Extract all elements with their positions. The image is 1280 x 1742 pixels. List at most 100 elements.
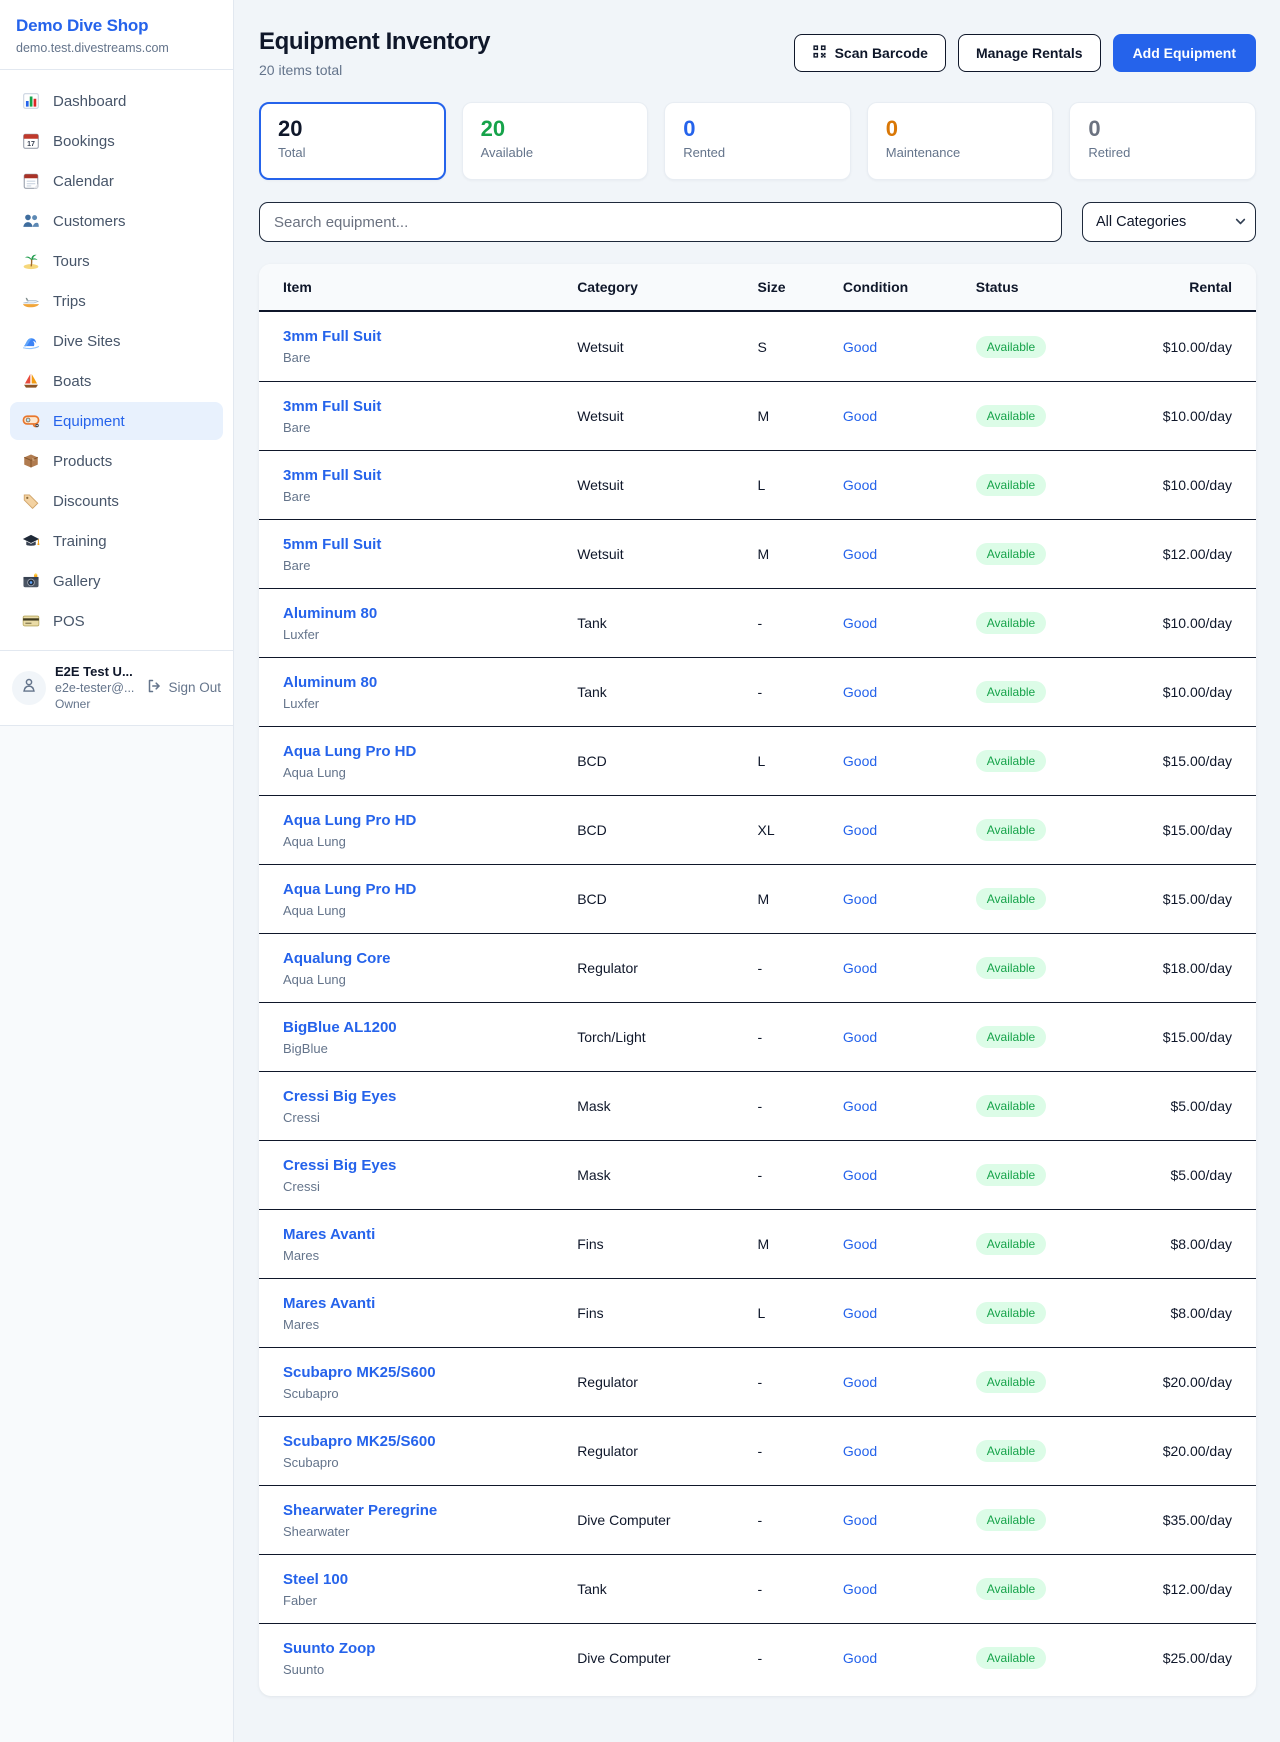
table-row[interactable]: Aqua Lung Pro HD Aqua Lung BCD XL Good A… [259,795,1256,864]
item-name-link[interactable]: 5mm Full Suit [283,536,381,553]
condition-link[interactable]: Good [843,1443,877,1459]
table-row[interactable]: 3mm Full Suit Bare Wetsuit S Good Availa… [259,312,1256,381]
condition-link[interactable]: Good [843,1098,877,1114]
item-name-link[interactable]: Suunto Zoop [283,1640,375,1657]
search-input[interactable] [259,202,1062,242]
sidebar-item-equipment[interactable]: Equipment [10,402,223,440]
item-name-link[interactable]: Cressi Big Eyes [283,1157,396,1174]
condition-link[interactable]: Good [843,1236,877,1252]
item-name-link[interactable]: Aqua Lung Pro HD [283,743,416,760]
sidebar-item-pos[interactable]: POS [10,602,223,640]
table-row[interactable]: Shearwater Peregrine Shearwater Dive Com… [259,1485,1256,1554]
item-name-link[interactable]: 3mm Full Suit [283,328,381,345]
item-name-link[interactable]: Scubapro MK25/S600 [283,1364,436,1381]
sidebar-item-gallery[interactable]: Gallery [10,562,223,600]
stat-card-maintenance[interactable]: 0 Maintenance [867,102,1054,180]
sidebar-item-dive-sites[interactable]: Dive Sites [10,322,223,360]
table-row[interactable]: Cressi Big Eyes Cressi Mask - Good Avail… [259,1140,1256,1209]
table-row[interactable]: Aluminum 80 Luxfer Tank - Good Available… [259,588,1256,657]
calendar-icon [22,172,40,190]
sidebar-item-calendar[interactable]: Calendar [10,162,223,200]
sidebar-item-dashboard[interactable]: Dashboard [10,82,223,120]
item-name-link[interactable]: Aqua Lung Pro HD [283,812,416,829]
item-category: Wetsuit [577,339,757,355]
sidebar-item-products[interactable]: Products [10,442,223,480]
table-row[interactable]: 5mm Full Suit Bare Wetsuit M Good Availa… [259,519,1256,588]
sidebar-nav: Dashboard 17 Bookings Calendar Customers… [0,70,233,650]
sign-out-button[interactable]: Sign Out [146,678,221,697]
item-name-link[interactable]: Cressi Big Eyes [283,1088,396,1105]
condition-link[interactable]: Good [843,408,877,424]
stat-label: Rented [683,145,832,160]
stat-card-rented[interactable]: 0 Rented [664,102,851,180]
condition-link[interactable]: Good [843,339,877,355]
item-name-link[interactable]: Steel 100 [283,1571,348,1588]
stat-card-available[interactable]: 20 Available [462,102,649,180]
item-category: Dive Computer [577,1512,757,1528]
status-badge: Available [976,1026,1046,1048]
condition-link[interactable]: Good [843,615,877,631]
table-row[interactable]: 3mm Full Suit Bare Wetsuit M Good Availa… [259,381,1256,450]
item-brand: Aqua Lung [283,972,567,987]
item-name-link[interactable]: Aluminum 80 [283,605,377,622]
item-size: - [757,684,842,700]
item-rental-price: $20.00/day [1128,1443,1232,1459]
item-name-link[interactable]: Aluminum 80 [283,674,377,691]
table-row[interactable]: Mares Avanti Mares Fins M Good Available… [259,1209,1256,1278]
item-name-link[interactable]: Shearwater Peregrine [283,1502,437,1519]
table-row[interactable]: Aqua Lung Pro HD Aqua Lung BCD M Good Av… [259,864,1256,933]
sidebar-item-customers[interactable]: Customers [10,202,223,240]
table-row[interactable]: Scubapro MK25/S600 Scubapro Regulator - … [259,1416,1256,1485]
condition-link[interactable]: Good [843,1374,877,1390]
condition-link[interactable]: Good [843,1650,877,1666]
brand-title[interactable]: Demo Dive Shop [16,16,217,36]
item-name-link[interactable]: Mares Avanti [283,1226,375,1243]
sidebar-item-tours[interactable]: Tours [10,242,223,280]
stat-card-retired[interactable]: 0 Retired [1069,102,1256,180]
sign-out-label: Sign Out [168,680,221,695]
condition-link[interactable]: Good [843,1512,877,1528]
sidebar-item-discounts[interactable]: Discounts [10,482,223,520]
table-row[interactable]: Cressi Big Eyes Cressi Mask - Good Avail… [259,1071,1256,1140]
table-row[interactable]: Scubapro MK25/S600 Scubapro Regulator - … [259,1347,1256,1416]
sign-out-icon [146,678,162,697]
item-name-link[interactable]: Aqua Lung Pro HD [283,881,416,898]
condition-link[interactable]: Good [843,546,877,562]
column-header-status: Status [976,279,1128,295]
table-row[interactable]: Aqualung Core Aqua Lung Regulator - Good… [259,933,1256,1002]
table-row[interactable]: BigBlue AL1200 BigBlue Torch/Light - Goo… [259,1002,1256,1071]
sidebar-item-boats[interactable]: Boats [10,362,223,400]
table-row[interactable]: Suunto Zoop Suunto Dive Computer - Good … [259,1623,1256,1692]
condition-link[interactable]: Good [843,1581,877,1597]
table-row[interactable]: Mares Avanti Mares Fins L Good Available… [259,1278,1256,1347]
sidebar-item-label: Training [53,533,107,550]
manage-rentals-button[interactable]: Manage Rentals [958,34,1101,72]
item-name-link[interactable]: BigBlue AL1200 [283,1019,397,1036]
stat-card-total[interactable]: 20 Total [259,102,446,180]
condition-link[interactable]: Good [843,1305,877,1321]
sidebar-item-bookings[interactable]: 17 Bookings [10,122,223,160]
condition-link[interactable]: Good [843,891,877,907]
add-equipment-button[interactable]: Add Equipment [1113,34,1256,72]
item-name-link[interactable]: 3mm Full Suit [283,398,381,415]
sidebar-item-trips[interactable]: Trips [10,282,223,320]
category-select[interactable]: All Categories [1082,202,1256,242]
item-name-link[interactable]: 3mm Full Suit [283,467,381,484]
condition-link[interactable]: Good [843,753,877,769]
scan-barcode-button[interactable]: Scan Barcode [794,34,946,72]
table-row[interactable]: Aqua Lung Pro HD Aqua Lung BCD L Good Av… [259,726,1256,795]
condition-link[interactable]: Good [843,960,877,976]
item-name-link[interactable]: Aqualung Core [283,950,391,967]
item-name-link[interactable]: Scubapro MK25/S600 [283,1433,436,1450]
condition-link[interactable]: Good [843,477,877,493]
item-name-link[interactable]: Mares Avanti [283,1295,375,1312]
sidebar-item-training[interactable]: Training [10,522,223,560]
table-row[interactable]: Aluminum 80 Luxfer Tank - Good Available… [259,657,1256,726]
condition-link[interactable]: Good [843,684,877,700]
item-size: - [757,1581,842,1597]
condition-link[interactable]: Good [843,1167,877,1183]
table-row[interactable]: 3mm Full Suit Bare Wetsuit L Good Availa… [259,450,1256,519]
table-row[interactable]: Steel 100 Faber Tank - Good Available $1… [259,1554,1256,1623]
condition-link[interactable]: Good [843,822,877,838]
condition-link[interactable]: Good [843,1029,877,1045]
